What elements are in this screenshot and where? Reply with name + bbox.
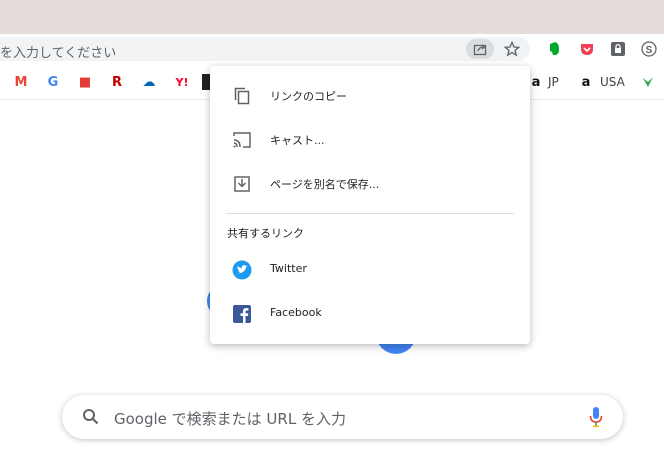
search-input[interactable]: Google で検索または URL を入力 [114, 408, 346, 429]
amazon-jp-icon[interactable]: a [528, 74, 544, 90]
copy-icon [232, 86, 252, 106]
cast-label: キャスト... [270, 134, 325, 147]
gmail-bookmark[interactable]: M [13, 74, 29, 90]
pocket-icon[interactable] [578, 40, 596, 58]
cast-menu-item[interactable]: キャスト... [210, 118, 530, 162]
evernote-icon[interactable] [545, 40, 563, 58]
lock-extension-icon[interactable] [609, 40, 627, 58]
share-menu: リンクのコピー キャスト... ページを別名で保存... 共有するリンク Twi… [210, 66, 530, 344]
amazon-usa-icon[interactable]: a [578, 74, 594, 90]
google-search-box[interactable]: Google で検索または URL を入力 [62, 395, 623, 439]
cube-icon: ■ [78, 74, 92, 90]
cube-bookmark[interactable]: ■ [77, 74, 93, 90]
copy-link-label: リンクのコピー [270, 90, 347, 103]
cast-icon [232, 130, 252, 150]
gmail-icon: M [14, 74, 28, 90]
menu-divider [226, 213, 514, 214]
twitter-menu-item[interactable]: Twitter [210, 248, 530, 292]
yahoo-bookmark[interactable]: Y! [172, 74, 192, 90]
amazon-usa-label[interactable]: USA [600, 75, 625, 89]
yahoo-icon: Y! [175, 75, 189, 89]
address-bar[interactable]: を入力してください [0, 37, 530, 61]
share-button[interactable] [466, 39, 494, 59]
google-bookmark[interactable]: G [45, 74, 61, 90]
download-icon [232, 174, 252, 194]
skype-icon[interactable]: S [640, 40, 658, 58]
twitter-label: Twitter [270, 262, 307, 275]
svg-text:S: S [646, 45, 653, 56]
google-icon: G [47, 74, 59, 90]
save-page-label: ページを別名で保存... [270, 178, 380, 191]
facebook-label: Facebook [270, 306, 322, 319]
microphone-icon[interactable] [589, 406, 603, 428]
star-icon [504, 41, 520, 57]
rakuten-bookmark[interactable]: R [109, 74, 125, 90]
address-bar-text: を入力してください [0, 46, 117, 61]
onedrive-bookmark[interactable]: ☁ [141, 74, 157, 90]
facebook-icon [232, 304, 252, 324]
save-page-menu-item[interactable]: ページを別名で保存... [210, 162, 530, 206]
title-bar [0, 0, 664, 34]
share-section-heading: 共有するリンク [227, 227, 304, 240]
share-icon [473, 44, 487, 56]
copy-link-menu-item[interactable]: リンクのコピー [210, 74, 530, 118]
bookmark-star-button[interactable] [501, 39, 523, 59]
facebook-menu-item[interactable]: Facebook [210, 292, 530, 336]
onedrive-icon: ☁ [142, 74, 156, 90]
twitter-icon [232, 260, 252, 280]
search-icon [83, 409, 99, 425]
rakuten-icon: R [111, 74, 122, 90]
bird-bookmark-icon[interactable] [640, 74, 656, 90]
amazon-jp-label[interactable]: JP [548, 75, 559, 89]
